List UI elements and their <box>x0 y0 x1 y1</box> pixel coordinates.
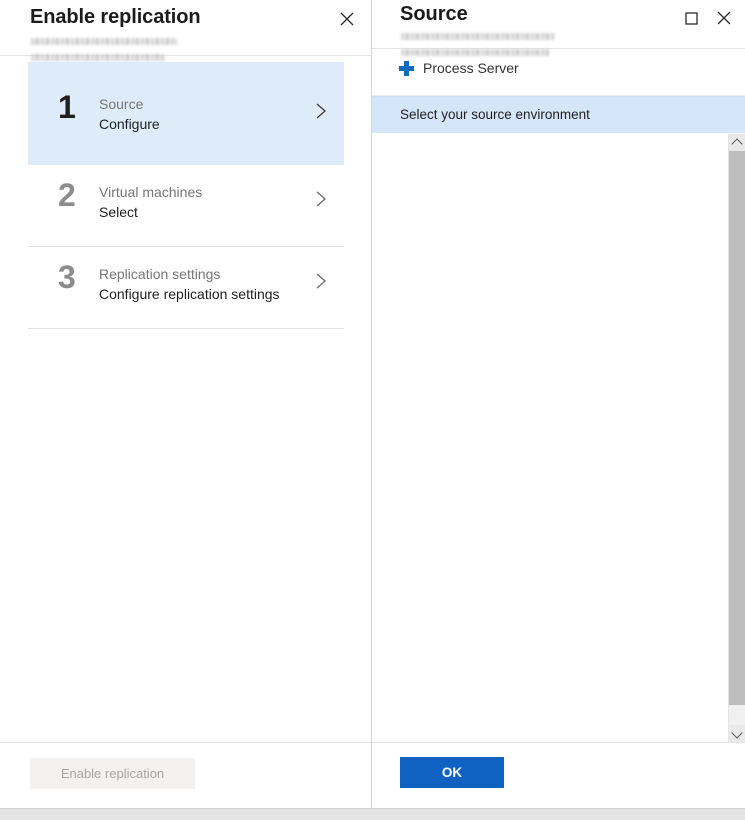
left-blade-footer: Enable replication <box>0 742 371 808</box>
step-text: Source Configure <box>99 95 160 134</box>
source-blade-header: Source <box>372 0 745 49</box>
step-text: Virtual machines Select <box>99 183 202 222</box>
chevron-right-icon <box>314 102 328 123</box>
step-title: Virtual machines <box>99 183 202 202</box>
enable-replication-dialog: Enable replication 1 Source Configure <box>0 0 745 820</box>
add-process-server-button[interactable]: Process Server <box>399 60 519 76</box>
left-blade: Enable replication 1 Source Configure <box>0 0 372 808</box>
scroll-down-icon[interactable] <box>729 725 745 742</box>
ok-button[interactable]: OK <box>400 757 504 788</box>
close-icon[interactable] <box>334 6 360 32</box>
source-blade-footer: OK <box>372 742 745 808</box>
source-blade: Source Process Server S <box>372 0 745 808</box>
chevron-right-icon <box>314 190 328 211</box>
chevron-right-icon <box>314 272 328 293</box>
step-title: Source <box>99 95 160 114</box>
vertical-scrollbar[interactable] <box>728 134 745 742</box>
wizard-steps: 1 Source Configure 2 Virtual machines Se… <box>28 62 344 329</box>
command-bar: Process Server <box>372 49 745 96</box>
step-number: 3 <box>58 261 76 293</box>
step-subtitle: Configure replication settings <box>99 284 280 304</box>
step-title: Replication settings <box>99 265 280 284</box>
enable-replication-button[interactable]: Enable replication <box>30 758 195 789</box>
left-blade-subtitle-redacted <box>31 33 179 63</box>
section-banner-label: Select your source environment <box>400 107 590 122</box>
step-text: Replication settings Configure replicati… <box>99 265 280 304</box>
sidebar-item-source[interactable]: 1 Source Configure <box>28 62 344 165</box>
left-blade-header: Enable replication <box>0 0 371 56</box>
scroll-up-icon[interactable] <box>729 134 745 151</box>
scrollbar-thumb[interactable] <box>729 151 745 705</box>
page-title: Enable replication <box>30 6 200 29</box>
sidebar-item-replication-settings[interactable]: 3 Replication settings Configure replica… <box>28 247 344 329</box>
step-number: 2 <box>58 179 76 211</box>
section-banner: Select your source environment <box>372 96 745 133</box>
close-icon[interactable] <box>711 5 737 31</box>
plus-icon <box>399 61 414 76</box>
window-bottom-strip <box>0 808 745 820</box>
step-subtitle: Configure <box>99 114 160 134</box>
add-process-server-label: Process Server <box>423 60 519 76</box>
step-subtitle: Select <box>99 202 202 222</box>
step-number: 1 <box>58 91 76 123</box>
maximize-icon[interactable] <box>678 5 704 31</box>
sidebar-item-virtual-machines[interactable]: 2 Virtual machines Select <box>28 165 344 247</box>
source-form: i Looking for an agentless way to migrat… <box>372 134 745 742</box>
source-title: Source <box>400 3 468 26</box>
